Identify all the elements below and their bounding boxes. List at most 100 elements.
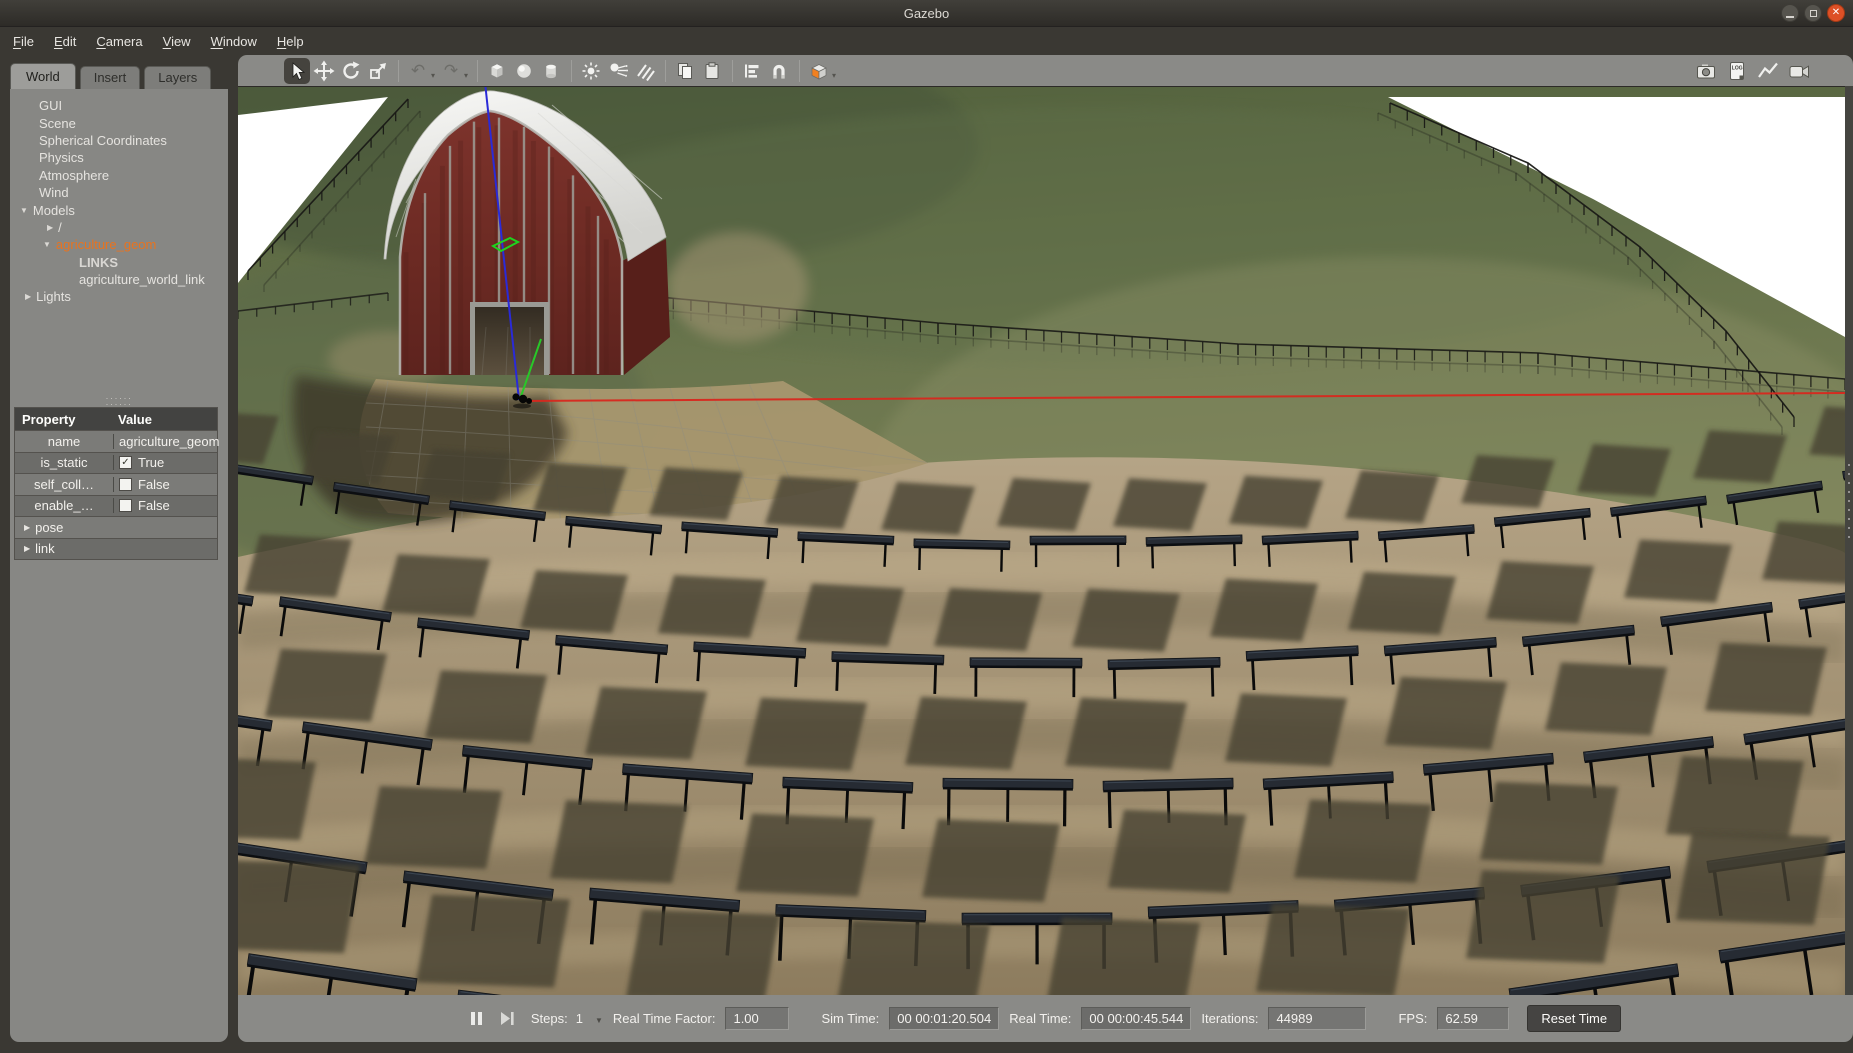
render-viewport[interactable] [238, 86, 1845, 995]
menu-help[interactable]: Help [277, 34, 304, 49]
video-camera-icon [1787, 60, 1811, 82]
expander-down-icon[interactable]: ▼ [20, 206, 28, 215]
steps-label: Steps: [531, 1011, 568, 1026]
toolbar-separator [477, 60, 478, 82]
tab-layers[interactable]: Layers [144, 66, 211, 89]
toolbar-right-group: LOG [1693, 58, 1853, 84]
tree-item-atmosphere[interactable]: Atmosphere [10, 167, 228, 184]
magnet-icon [768, 60, 790, 82]
property-table-header: Property Value [15, 408, 217, 430]
log-recording-button[interactable]: LOG [1724, 58, 1750, 84]
minimize-icon [1786, 16, 1794, 18]
real-time-label: Real Time: [1009, 1011, 1071, 1026]
insert-cylinder-button[interactable] [538, 58, 564, 84]
insert-sphere-button[interactable] [511, 58, 537, 84]
spot-light-button[interactable] [605, 58, 631, 84]
real-time-field: 00 00:00:45.544 [1081, 1007, 1191, 1030]
tab-world[interactable]: World [10, 63, 76, 89]
toolbar-separator [732, 60, 733, 82]
tree-item-root-model[interactable]: ▶/ [10, 219, 228, 236]
select-tool-button[interactable] [284, 58, 310, 84]
scene-tree: GUI Scene Spherical Coordinates Physics … [10, 97, 228, 306]
minimize-button[interactable] [1781, 4, 1799, 22]
undo-button[interactable]: ↶ [405, 58, 431, 84]
redo-icon: ↷ [444, 62, 458, 79]
property-group-link[interactable]: ▶link [15, 538, 217, 560]
expander-right-icon[interactable]: ▶ [25, 292, 31, 301]
close-button[interactable]: ✕ [1827, 4, 1845, 22]
tree-item-lights[interactable]: ▶Lights [10, 288, 228, 305]
toolbar-separator [665, 60, 666, 82]
tree-item-spherical-coordinates[interactable]: Spherical Coordinates [10, 132, 228, 149]
tree-item-agriculture-geom[interactable]: ▼agriculture_geom [10, 236, 228, 253]
cylinder-icon [540, 60, 562, 82]
expander-right-icon[interactable]: ▶ [24, 523, 30, 532]
restore-button[interactable] [1804, 4, 1822, 22]
simulation-statusbar: Steps: 1 ▼ Real Time Factor: 1.00 Sim Ti… [238, 995, 1853, 1042]
tree-item-scene[interactable]: Scene [10, 114, 228, 131]
steps-dropdown-icon[interactable]: ▼ [595, 1016, 603, 1025]
undo-history-caret-icon[interactable]: ▾ [431, 71, 435, 80]
move-icon [313, 60, 335, 82]
align-button[interactable] [739, 58, 765, 84]
view-angle-caret-icon[interactable]: ▾ [832, 71, 836, 80]
tree-item-agriculture-world-link[interactable]: agriculture_world_link [10, 271, 228, 288]
right-splitter[interactable] [1845, 86, 1853, 995]
align-icon [741, 60, 763, 82]
rotate-tool-button[interactable] [338, 58, 364, 84]
checkbox-unchecked[interactable] [119, 478, 132, 491]
directional-light-icon [634, 60, 656, 82]
step-button[interactable] [500, 1011, 515, 1026]
point-light-button[interactable] [578, 58, 604, 84]
rotate-icon [340, 60, 362, 82]
tree-item-links-header: LINKS [10, 254, 228, 271]
iterations-field: 44989 [1268, 1007, 1366, 1030]
property-group-pose[interactable]: ▶pose [15, 516, 217, 538]
menu-view[interactable]: View [163, 34, 191, 49]
redo-history-caret-icon[interactable]: ▾ [464, 71, 468, 80]
translate-tool-button[interactable] [311, 58, 337, 84]
splitter-dots-icon [1848, 464, 1850, 540]
redo-button[interactable]: ↷ [438, 58, 464, 84]
panel-splitter-handle[interactable]: ············ [10, 395, 228, 407]
menu-camera[interactable]: Camera [96, 34, 142, 49]
plot-button[interactable] [1755, 58, 1781, 84]
tab-insert[interactable]: Insert [80, 66, 141, 89]
pause-icon [470, 1011, 484, 1026]
view-angle-button[interactable] [806, 58, 832, 84]
reset-time-button[interactable]: Reset Time [1527, 1005, 1621, 1032]
iterations-label: Iterations: [1201, 1011, 1258, 1026]
tree-item-models[interactable]: ▼Models [10, 201, 228, 218]
panel-tabs: World Insert Layers [10, 61, 211, 89]
menu-file[interactable]: File [13, 34, 34, 49]
screenshot-button[interactable] [1693, 58, 1719, 84]
restore-icon [1810, 10, 1817, 17]
checkbox-checked[interactable]: ✓ [119, 456, 132, 469]
copy-button[interactable] [672, 58, 698, 84]
scale-icon [367, 60, 389, 82]
fps-label: FPS: [1398, 1011, 1427, 1026]
menu-edit[interactable]: Edit [54, 34, 76, 49]
insert-box-button[interactable] [484, 58, 510, 84]
steps-value[interactable]: 1 [576, 1011, 583, 1026]
expander-right-icon[interactable]: ▶ [47, 223, 53, 232]
property-row-enable-wind: enable_… False [15, 495, 217, 517]
paste-button[interactable] [699, 58, 725, 84]
world-panel: GUI Scene Spherical Coordinates Physics … [10, 89, 228, 1042]
expander-right-icon[interactable]: ▶ [24, 544, 30, 553]
record-video-button[interactable] [1786, 58, 1812, 84]
tree-item-gui[interactable]: GUI [10, 97, 228, 114]
expander-down-icon[interactable]: ▼ [43, 240, 51, 249]
pause-button[interactable] [470, 1011, 484, 1026]
snap-button[interactable] [766, 58, 792, 84]
tree-item-physics[interactable]: Physics [10, 149, 228, 166]
fps-field: 62.59 [1437, 1007, 1509, 1030]
window-title: Gazebo [904, 6, 950, 21]
checkbox-unchecked[interactable] [119, 499, 132, 512]
menu-window[interactable]: Window [211, 34, 257, 49]
scale-tool-button[interactable] [365, 58, 391, 84]
view-cube-icon [807, 59, 831, 83]
directional-light-button[interactable] [632, 58, 658, 84]
tree-item-wind[interactable]: Wind [10, 184, 228, 201]
svg-text:LOG: LOG [1732, 65, 1743, 71]
